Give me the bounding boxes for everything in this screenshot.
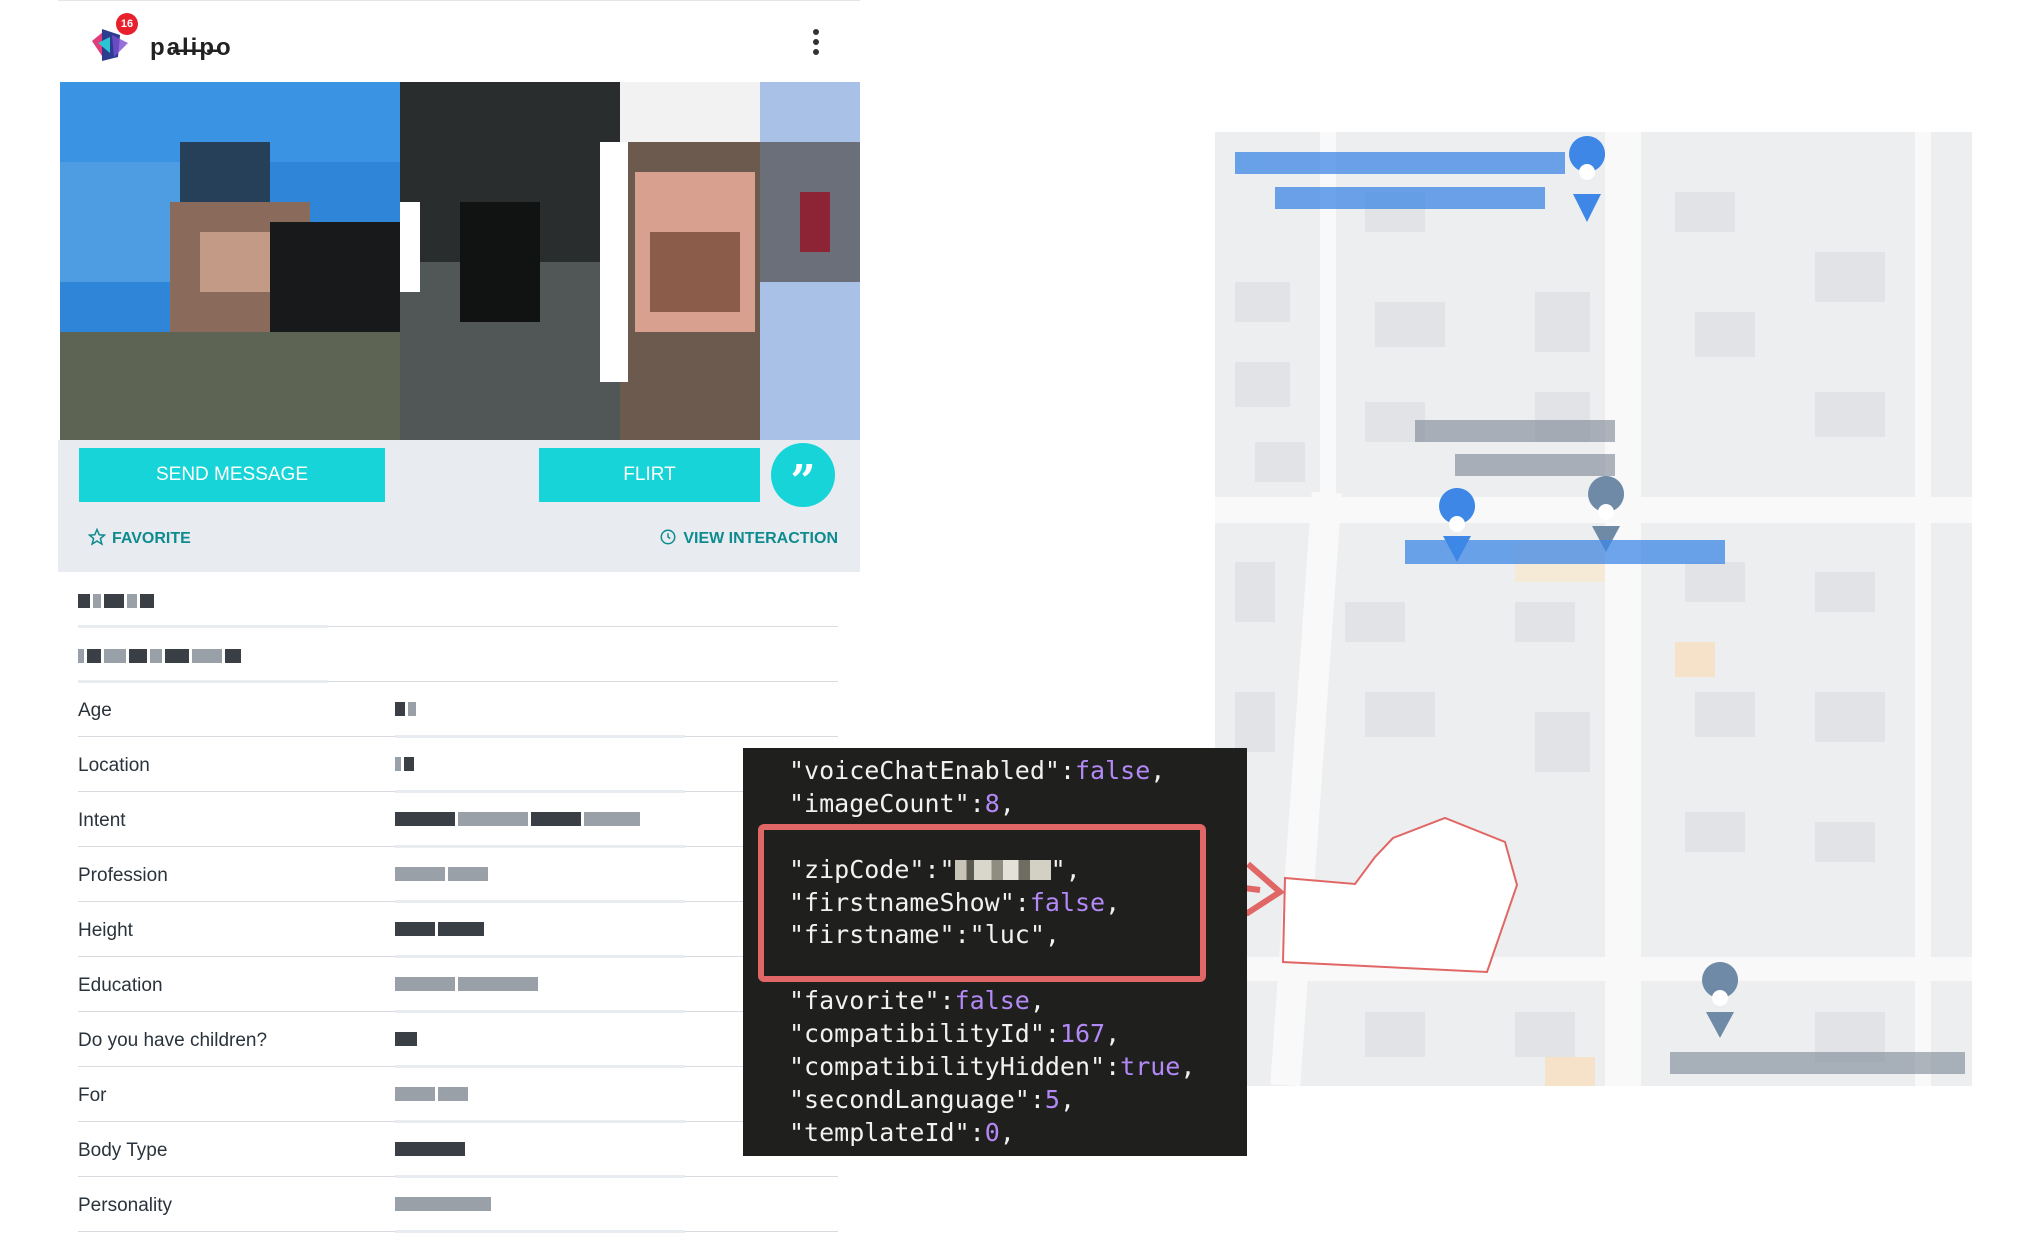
detail-label: Do you have children?	[78, 1030, 268, 1051]
redacted-value	[395, 1140, 685, 1160]
code-line: "secondLanguage":5,	[789, 1085, 1076, 1114]
profile-card: 16 pa̶l̶i̶p̶o SEND MESSAGE FLIRT ” FAVOR…	[58, 0, 860, 1241]
detail-label: For	[78, 1085, 107, 1106]
view-interaction-label: VIEW INTERACTION	[683, 530, 838, 547]
quote-icon: ”	[790, 456, 816, 507]
code-line: "imageCount":8,	[789, 789, 1015, 818]
brand-name: pa̶l̶i̶p̶o	[150, 34, 233, 61]
redacted-value	[395, 1030, 685, 1050]
redacted-zipcode	[954, 860, 1051, 880]
actions-panel: SEND MESSAGE FLIRT ” FAVORITE VIEW INTER…	[58, 440, 860, 572]
code-line: "voiceChatEnabled":false,	[789, 756, 1166, 785]
code-line: "compatibilityHidden":true,	[789, 1052, 1196, 1081]
redacted-value	[395, 975, 685, 995]
detail-label: Height	[78, 920, 133, 941]
detail-label: Age	[78, 700, 112, 721]
app-header: 16 pa̶l̶i̶p̶o	[58, 0, 860, 83]
redacted-value	[395, 755, 685, 775]
redacted-value	[395, 865, 685, 885]
redacted-value	[395, 920, 685, 940]
code-line: "compatibilityId":167,	[789, 1019, 1121, 1048]
notification-badge: 16	[116, 13, 138, 35]
detail-row-location: Location	[78, 737, 838, 793]
detail-label: Personality	[78, 1195, 172, 1216]
redacted-headline	[78, 627, 838, 683]
redacted-value	[395, 1195, 685, 1215]
redacted-value	[395, 1085, 685, 1105]
redacted-username	[78, 572, 838, 628]
favorite-label: FAVORITE	[112, 530, 191, 547]
detail-row-age: Age	[78, 682, 838, 738]
detail-label: Profession	[78, 865, 168, 886]
redacted-value	[395, 700, 685, 720]
detail-label: Body Type	[78, 1140, 168, 1161]
send-message-button[interactable]: SEND MESSAGE	[79, 448, 385, 502]
code-line: "favorite":false,	[789, 986, 1045, 1015]
map-view[interactable]	[1215, 132, 1972, 1086]
detail-label: Education	[78, 975, 163, 996]
history-icon	[660, 529, 676, 545]
profile-details: Age Location Intent Profession Height Ed…	[78, 572, 838, 1233]
star-icon	[88, 528, 106, 546]
detail-label: Intent	[78, 810, 126, 831]
code-line: "templateId":0,	[789, 1118, 1015, 1147]
flirt-button[interactable]: FLIRT	[539, 448, 760, 502]
detail-row-body-type: Body Type	[78, 1122, 838, 1178]
quote-button[interactable]: ”	[771, 443, 835, 507]
detail-row-children: Do you have children?	[78, 1012, 838, 1068]
json-code-panel: "voiceChatEnabled":false, "imageCount":8…	[743, 748, 1247, 1156]
code-line: "firstnameShow":false,	[789, 888, 1121, 917]
detail-row-height: Height	[78, 902, 838, 958]
favorite-button[interactable]: FAVORITE	[88, 528, 191, 548]
detail-label: Location	[78, 755, 150, 776]
profile-photo[interactable]	[60, 82, 860, 440]
detail-row-profession: Profession	[78, 847, 838, 903]
detail-row-intent: Intent	[78, 792, 838, 848]
detail-row-for: For	[78, 1067, 838, 1123]
detail-row-personality: Personality	[78, 1177, 838, 1233]
detail-row-education: Education	[78, 957, 838, 1013]
view-interaction-button[interactable]: VIEW INTERACTION	[659, 528, 838, 548]
code-line: "firstname":"luc",	[789, 920, 1060, 949]
code-line: "zipCode":" ",	[789, 855, 1081, 884]
more-vertical-icon[interactable]	[812, 29, 820, 59]
redacted-value	[395, 810, 685, 830]
